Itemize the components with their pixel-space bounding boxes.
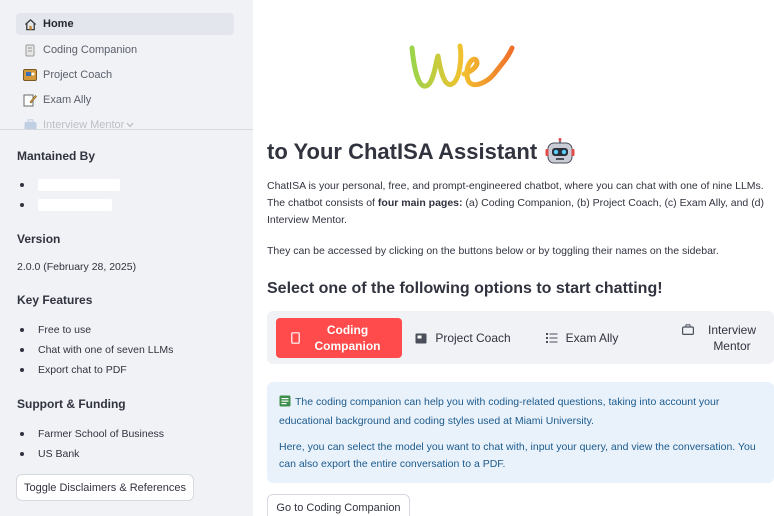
- sidebar-nav: Home Coding Companion Project Coach Exam…: [0, 0, 253, 130]
- maintained-by-heading: Mantained By: [17, 149, 96, 163]
- sidebar-item-exam-ally[interactable]: Exam Ally: [16, 89, 234, 111]
- list-item: US Bank: [17, 444, 164, 464]
- tab-coding-companion[interactable]: Coding Companion: [276, 318, 402, 358]
- code-icon: [290, 332, 300, 344]
- access-paragraph: They can be accessed by clicking on the …: [267, 245, 719, 257]
- sidebar-item-label: Project Coach: [43, 69, 113, 81]
- info-text-1: The coding companion can help you with c…: [279, 395, 720, 427]
- sidebar-item-coding-companion[interactable]: Coding Companion: [16, 39, 234, 61]
- redacted-name: [38, 179, 120, 191]
- go-to-coding-companion-button[interactable]: Go to Coding Companion: [267, 494, 410, 516]
- sidebar: Home Coding Companion Project Coach Exam…: [0, 0, 253, 516]
- key-features-heading: Key Features: [17, 293, 93, 307]
- list-item: [17, 195, 120, 215]
- support-list: Farmer School of Business US Bank: [17, 424, 164, 464]
- tab-interview-mentor[interactable]: Interview Mentor: [672, 318, 772, 358]
- maintainers-list: [17, 175, 120, 215]
- sidebar-item-home[interactable]: Home: [16, 13, 234, 35]
- home-icon: [23, 17, 37, 31]
- tab-project-coach[interactable]: Project Coach: [407, 318, 519, 358]
- list-icon: [545, 333, 558, 343]
- page-title: to Your ChatISA Assistant: [267, 138, 575, 166]
- options-heading: Select one of the following options to s…: [267, 280, 663, 297]
- tab-exam-ally[interactable]: Exam Ally: [537, 318, 627, 358]
- robot-icon: [545, 138, 575, 166]
- list-item: Farmer School of Business: [17, 424, 164, 444]
- intro-paragraph: ChatISA is your personal, free, and prom…: [267, 180, 765, 226]
- redacted-name: [38, 199, 112, 211]
- option-tabs: Coding Companion Project Coach Exam Ally…: [267, 311, 774, 364]
- presentation-icon: [415, 333, 427, 344]
- code-icon: [279, 395, 291, 413]
- features-list: Free to use Chat with one of seven LLMs …: [17, 320, 173, 380]
- sidebar-item-interview-mentor[interactable]: Interview Mentor: [16, 114, 234, 130]
- list-item: [17, 175, 120, 195]
- toggle-disclaimers-button[interactable]: Toggle Disclaimers & References: [16, 474, 194, 501]
- sidebar-item-project-coach[interactable]: Project Coach: [16, 64, 234, 86]
- version-value: 2.0.0 (February 28, 2025): [17, 261, 137, 273]
- sidebar-item-label: Exam Ally: [43, 94, 92, 106]
- sidebar-item-label: Interview Mentor: [43, 119, 125, 130]
- briefcase-icon: [682, 324, 694, 335]
- code-icon: [23, 43, 37, 57]
- info-box: The coding companion can help you with c…: [267, 382, 774, 483]
- list-item: Export chat to PDF: [17, 360, 173, 380]
- chevron-down-icon[interactable]: [126, 122, 134, 128]
- presentation-icon: [23, 68, 37, 82]
- pencil-note-icon: [23, 93, 37, 107]
- info-text-2: Here, you can select the model you want …: [279, 441, 756, 470]
- sidebar-item-label: Coding Companion: [43, 44, 138, 56]
- sidebar-item-label: Home: [43, 18, 74, 30]
- list-item: Chat with one of seven LLMs: [17, 340, 173, 360]
- welcome-logo: [404, 38, 520, 100]
- support-heading: Support & Funding: [17, 397, 126, 411]
- briefcase-icon: [23, 118, 37, 129]
- list-item: Free to use: [17, 320, 173, 340]
- version-heading: Version: [17, 232, 61, 246]
